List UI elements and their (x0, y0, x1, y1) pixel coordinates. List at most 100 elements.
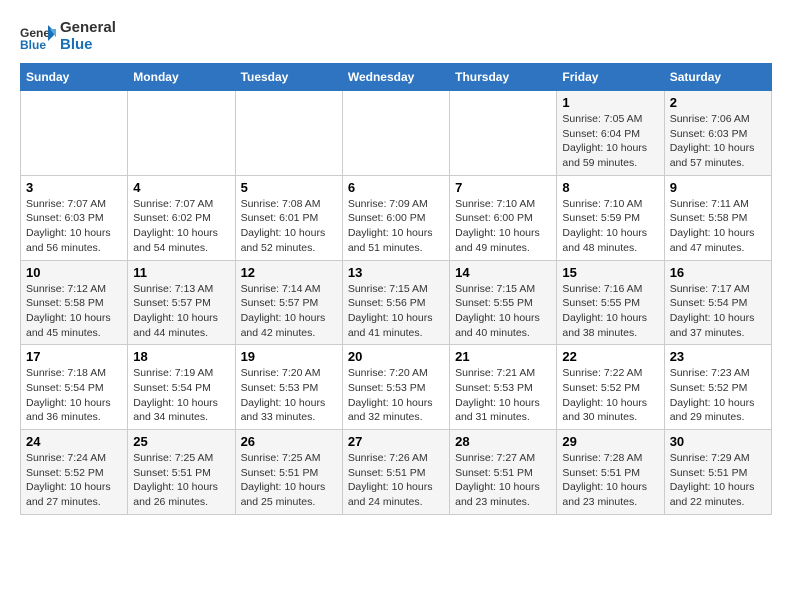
day-number: 26 (241, 434, 337, 449)
day-number: 20 (348, 349, 444, 364)
day-info: Sunrise: 7:07 AM Sunset: 6:03 PM Dayligh… (26, 197, 122, 256)
column-header-friday: Friday (557, 64, 664, 91)
day-info: Sunrise: 7:26 AM Sunset: 5:51 PM Dayligh… (348, 451, 444, 510)
logo-general: General (60, 19, 116, 36)
day-number: 19 (241, 349, 337, 364)
calendar-cell: 10 Sunrise: 7:12 AM Sunset: 5:58 PM Dayli… (21, 260, 128, 345)
svg-text:Blue: Blue (20, 38, 46, 51)
day-info: Sunrise: 7:29 AM Sunset: 5:51 PM Dayligh… (670, 451, 766, 510)
calendar-table: SundayMondayTuesdayWednesdayThursdayFrid… (20, 63, 772, 515)
calendar-cell: 15 Sunrise: 7:16 AM Sunset: 5:55 PM Dayli… (557, 260, 664, 345)
calendar-cell: 27 Sunrise: 7:26 AM Sunset: 5:51 PM Dayli… (342, 430, 449, 515)
calendar-cell: 2Sunrise: 7:06 AM Sunset: 6:03 PM Daylig… (664, 91, 771, 176)
day-number: 15 (562, 265, 658, 280)
day-number: 24 (26, 434, 122, 449)
day-info: Sunrise: 7:27 AM Sunset: 5:51 PM Dayligh… (455, 451, 551, 510)
calendar-cell: 22 Sunrise: 7:22 AM Sunset: 5:52 PM Dayli… (557, 345, 664, 430)
calendar-cell: 1 Sunrise: 7:05 AM Sunset: 6:04 PM Daylig… (557, 91, 664, 176)
day-number: 4 (133, 180, 229, 195)
day-info: Sunrise: 7:28 AM Sunset: 5:51 PM Dayligh… (562, 451, 658, 510)
day-number: 30 (670, 434, 766, 449)
day-number: 14 (455, 265, 551, 280)
logo-blue: Blue (60, 36, 93, 53)
logo: General Blue General Blue (20, 20, 116, 53)
calendar-cell (342, 91, 449, 176)
day-info: Sunrise: 7:15 AM Sunset: 5:55 PM Dayligh… (455, 282, 551, 341)
day-number: 1 (562, 95, 658, 110)
calendar-week-row: 24 Sunrise: 7:24 AM Sunset: 5:52 PM Dayli… (21, 430, 772, 515)
day-info: Sunrise: 7:07 AM Sunset: 6:02 PM Dayligh… (133, 197, 229, 256)
day-info: Sunrise: 7:22 AM Sunset: 5:52 PM Dayligh… (562, 366, 658, 425)
day-number: 6 (348, 180, 444, 195)
day-info: Sunrise: 7:12 AM Sunset: 5:58 PM Dayligh… (26, 282, 122, 341)
calendar-cell (21, 91, 128, 176)
day-info: Sunrise: 7:13 AM Sunset: 5:57 PM Dayligh… (133, 282, 229, 341)
calendar-cell (450, 91, 557, 176)
day-info: Sunrise: 7:15 AM Sunset: 5:56 PM Dayligh… (348, 282, 444, 341)
day-info: Sunrise: 7:17 AM Sunset: 5:54 PM Dayligh… (670, 282, 766, 341)
calendar-cell (235, 91, 342, 176)
day-number: 12 (241, 265, 337, 280)
calendar-cell: 30 Sunrise: 7:29 AM Sunset: 5:51 PM Dayli… (664, 430, 771, 515)
calendar-cell: 18 Sunrise: 7:19 AM Sunset: 5:54 PM Dayli… (128, 345, 235, 430)
day-number: 23 (670, 349, 766, 364)
day-info: Sunrise: 7:23 AM Sunset: 5:52 PM Dayligh… (670, 366, 766, 425)
column-header-tuesday: Tuesday (235, 64, 342, 91)
day-info: Sunrise: 7:11 AM Sunset: 5:58 PM Dayligh… (670, 197, 766, 256)
calendar-cell: 7 Sunrise: 7:10 AM Sunset: 6:00 PM Daylig… (450, 175, 557, 260)
day-number: 3 (26, 180, 122, 195)
day-info: Sunrise: 7:14 AM Sunset: 5:57 PM Dayligh… (241, 282, 337, 341)
day-info: Sunrise: 7:20 AM Sunset: 5:53 PM Dayligh… (241, 366, 337, 425)
calendar-cell: 13 Sunrise: 7:15 AM Sunset: 5:56 PM Dayli… (342, 260, 449, 345)
day-info: Sunrise: 7:19 AM Sunset: 5:54 PM Dayligh… (133, 366, 229, 425)
calendar-week-row: 17 Sunrise: 7:18 AM Sunset: 5:54 PM Dayli… (21, 345, 772, 430)
day-number: 5 (241, 180, 337, 195)
page-header: General Blue General Blue (20, 20, 772, 53)
day-number: 16 (670, 265, 766, 280)
day-info: Sunrise: 7:18 AM Sunset: 5:54 PM Dayligh… (26, 366, 122, 425)
calendar-cell: 19 Sunrise: 7:20 AM Sunset: 5:53 PM Dayli… (235, 345, 342, 430)
day-number: 8 (562, 180, 658, 195)
day-number: 27 (348, 434, 444, 449)
day-number: 10 (26, 265, 122, 280)
day-info: Sunrise: 7:16 AM Sunset: 5:55 PM Dayligh… (562, 282, 658, 341)
day-number: 18 (133, 349, 229, 364)
calendar-cell: 14 Sunrise: 7:15 AM Sunset: 5:55 PM Dayli… (450, 260, 557, 345)
calendar-cell: 25 Sunrise: 7:25 AM Sunset: 5:51 PM Dayli… (128, 430, 235, 515)
day-info: Sunrise: 7:08 AM Sunset: 6:01 PM Dayligh… (241, 197, 337, 256)
column-header-wednesday: Wednesday (342, 64, 449, 91)
day-number: 17 (26, 349, 122, 364)
calendar-cell: 3 Sunrise: 7:07 AM Sunset: 6:03 PM Daylig… (21, 175, 128, 260)
calendar-header-row: SundayMondayTuesdayWednesdayThursdayFrid… (21, 64, 772, 91)
calendar-cell: 8 Sunrise: 7:10 AM Sunset: 5:59 PM Daylig… (557, 175, 664, 260)
calendar-cell: 29 Sunrise: 7:28 AM Sunset: 5:51 PM Dayli… (557, 430, 664, 515)
calendar-cell: 20Sunrise: 7:20 AM Sunset: 5:53 PM Dayli… (342, 345, 449, 430)
column-header-saturday: Saturday (664, 64, 771, 91)
day-info: Sunrise: 7:24 AM Sunset: 5:52 PM Dayligh… (26, 451, 122, 510)
day-number: 25 (133, 434, 229, 449)
day-number: 9 (670, 180, 766, 195)
day-info: Sunrise: 7:10 AM Sunset: 6:00 PM Dayligh… (455, 197, 551, 256)
column-header-monday: Monday (128, 64, 235, 91)
calendar-cell: 12 Sunrise: 7:14 AM Sunset: 5:57 PM Dayli… (235, 260, 342, 345)
day-number: 29 (562, 434, 658, 449)
logo-icon: General Blue (20, 23, 56, 51)
column-header-thursday: Thursday (450, 64, 557, 91)
day-number: 13 (348, 265, 444, 280)
calendar-cell: 17 Sunrise: 7:18 AM Sunset: 5:54 PM Dayli… (21, 345, 128, 430)
day-number: 22 (562, 349, 658, 364)
day-number: 28 (455, 434, 551, 449)
calendar-cell: 28 Sunrise: 7:27 AM Sunset: 5:51 PM Dayli… (450, 430, 557, 515)
day-info: Sunrise: 7:21 AM Sunset: 5:53 PM Dayligh… (455, 366, 551, 425)
calendar-week-row: 1 Sunrise: 7:05 AM Sunset: 6:04 PM Daylig… (21, 91, 772, 176)
column-header-sunday: Sunday (21, 64, 128, 91)
calendar-cell: 6 Sunrise: 7:09 AM Sunset: 6:00 PM Daylig… (342, 175, 449, 260)
calendar-week-row: 10 Sunrise: 7:12 AM Sunset: 5:58 PM Dayli… (21, 260, 772, 345)
day-info: Sunrise: 7:10 AM Sunset: 5:59 PM Dayligh… (562, 197, 658, 256)
day-info: Sunrise: 7:05 AM Sunset: 6:04 PM Dayligh… (562, 112, 658, 171)
day-number: 7 (455, 180, 551, 195)
day-info: Sunrise: 7:25 AM Sunset: 5:51 PM Dayligh… (133, 451, 229, 510)
day-info: Sunrise: 7:09 AM Sunset: 6:00 PM Dayligh… (348, 197, 444, 256)
day-number: 2 (670, 95, 766, 110)
calendar-cell: 5 Sunrise: 7:08 AM Sunset: 6:01 PM Daylig… (235, 175, 342, 260)
